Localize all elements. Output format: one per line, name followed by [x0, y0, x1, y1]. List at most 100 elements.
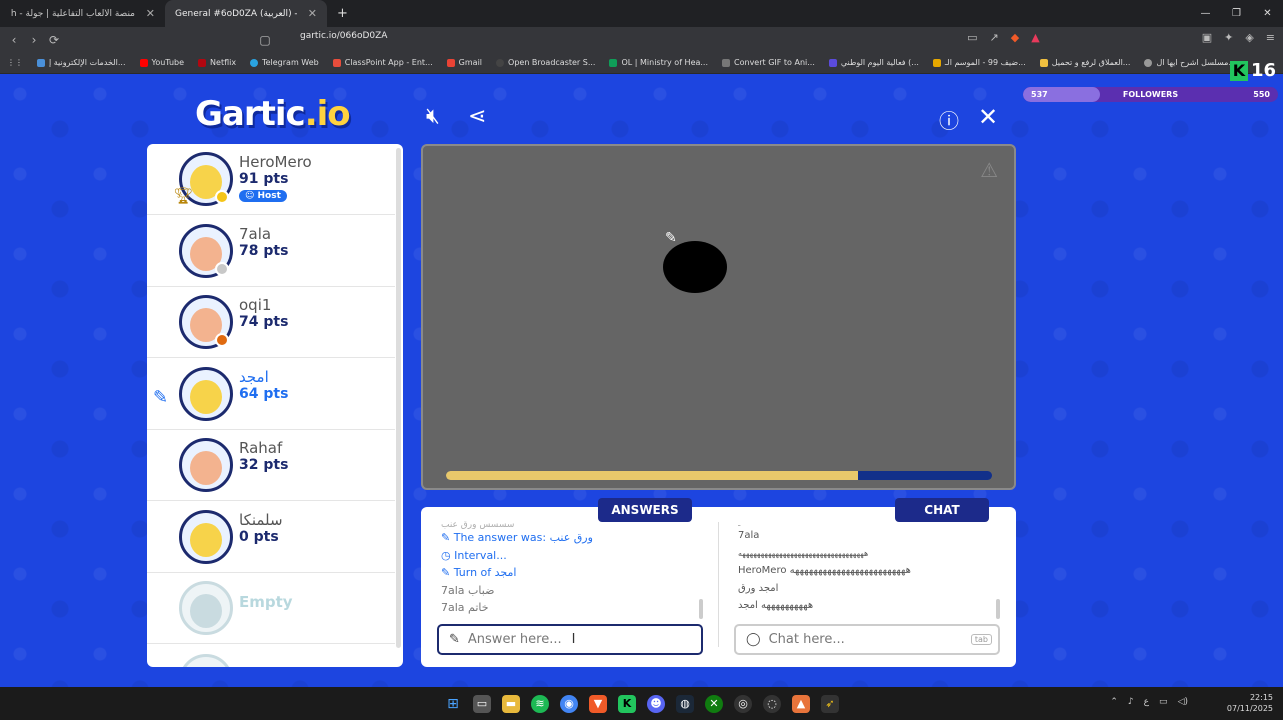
- bookmark-item[interactable]: الخدمات الإلكترونية إ...: [30, 58, 133, 67]
- close-window-icon[interactable]: ✕: [1252, 0, 1283, 27]
- system-clock[interactable]: 22:15 07/11/2025: [1227, 692, 1273, 714]
- chat-entry: امجد ورق: [738, 582, 779, 594]
- drawing-canvas[interactable]: ✎ ⚠: [421, 144, 1016, 490]
- share-icon[interactable]: ↗: [990, 31, 999, 44]
- chat-tab[interactable]: CHAT: [895, 498, 989, 522]
- kick-viewers: K 16: [1230, 60, 1276, 81]
- chat-scrollbar[interactable]: [996, 599, 1000, 619]
- brave-shield-icon[interactable]: ◆: [1011, 31, 1019, 44]
- host-label: Host: [257, 191, 281, 201]
- url-field[interactable]: gartic.io/066oD0ZA: [300, 31, 387, 41]
- player-points: 64 pts: [239, 385, 289, 402]
- bookmark-item[interactable]: Netflix: [191, 58, 243, 67]
- reload-icon[interactable]: ⟳: [44, 33, 64, 47]
- player-points: 0 pts: [239, 528, 279, 545]
- brave-icon[interactable]: ▼: [589, 694, 607, 713]
- apps-icon[interactable]: ⋮⋮: [0, 58, 30, 67]
- answers-log: سسسس ورق عنب ✎ The answer was: ورق عنب ◷…: [441, 521, 703, 617]
- bookmark-icon[interactable]: ▢: [255, 33, 275, 47]
- bookmark-item[interactable]: ClassPoint App - Ent...: [326, 58, 440, 67]
- language-icon[interactable]: ع: [1144, 697, 1149, 707]
- clock-time: 22:15: [1249, 693, 1273, 702]
- close-icon[interactable]: ✕: [978, 103, 998, 131]
- bookmark-label: العملاق لرفع و تحميل...: [1051, 58, 1131, 67]
- maximize-icon[interactable]: ❐: [1221, 0, 1252, 27]
- report-warning-icon[interactable]: ⚠: [980, 158, 998, 182]
- avatar[interactable]: [179, 509, 233, 564]
- new-tab-button[interactable]: +: [327, 6, 358, 21]
- bookmark-item[interactable]: Convert GIF to Ani...: [715, 58, 822, 67]
- paint-icon[interactable]: ▲: [792, 694, 810, 713]
- answer-placeholder: Answer here...: [467, 632, 562, 647]
- player-row[interactable]: 🏆︎ HeroMero 91 pts ☺ Host: [147, 144, 395, 215]
- volume-icon[interactable]: ◁): [1178, 697, 1188, 707]
- rewards-icon[interactable]: ▲: [1031, 31, 1039, 44]
- player-name: oqi1: [239, 296, 272, 314]
- extensions-icon[interactable]: ✦: [1224, 31, 1233, 44]
- vpn-icon[interactable]: ◈: [1245, 31, 1253, 44]
- task-view-icon[interactable]: ▭: [473, 694, 491, 713]
- minimize-icon[interactable]: —: [1190, 0, 1221, 27]
- answer-entry: 7ala خاتم: [441, 601, 489, 614]
- cast-icon[interactable]: ▭: [967, 31, 977, 44]
- close-icon[interactable]: ✕: [308, 7, 317, 20]
- bookmark-item[interactable]: YouTube: [133, 58, 192, 67]
- status-dot: [215, 190, 229, 204]
- bookmark-item[interactable]: OL | Ministry of Hea...: [602, 58, 715, 67]
- browser-tab-gartic[interactable]: General #6oD0ZA (العربية) - Gartic ✕: [165, 0, 327, 27]
- player-name: 7ala: [239, 224, 272, 243]
- close-icon[interactable]: ✕: [146, 7, 155, 20]
- network-icon[interactable]: ▭: [1159, 697, 1168, 707]
- tab-key-hint: tab: [970, 634, 992, 645]
- spotify-icon[interactable]: ≋: [531, 694, 549, 713]
- drawn-shape: [663, 241, 727, 293]
- avatar[interactable]: [179, 438, 233, 492]
- bookmark-item[interactable]: Gmail: [440, 58, 489, 67]
- avatar[interactable]: [179, 366, 233, 421]
- player-row[interactable]: Rahaf 32 pts: [147, 430, 395, 501]
- file-explorer-icon[interactable]: ▬: [502, 694, 520, 713]
- sound-off-icon[interactable]: 🔇︎: [426, 104, 440, 129]
- info-icon[interactable]: ⓘ: [939, 105, 959, 134]
- bookmark-item[interactable]: مسلسل اشرح ايها ال...: [1137, 58, 1243, 67]
- bookmark-label: Telegram Web: [262, 58, 319, 67]
- bookmark-item[interactable]: ضيف 99 - الموسم الـ...: [926, 58, 1033, 67]
- answer-entry: سسسس ورق عنب: [441, 521, 515, 529]
- bookmark-item[interactable]: العملاق لرفع و تحميل...: [1033, 58, 1138, 67]
- browser-tab-jawlah[interactable]: منصة الألعاب التفاعلية | جولة - Jawlah ✕: [0, 0, 165, 27]
- forward-icon[interactable]: ›: [24, 33, 44, 47]
- kick-icon[interactable]: K: [618, 694, 636, 713]
- chrome-icon[interactable]: ◉: [560, 694, 578, 713]
- bookmark-item[interactable]: فعالية اليوم الوطني (...: [822, 58, 926, 67]
- share-icon[interactable]: ⋖: [468, 104, 486, 129]
- player-row[interactable]: سلمنكا 0 pts: [147, 502, 395, 573]
- microphone-icon[interactable]: ♪: [1128, 697, 1134, 707]
- app-icon[interactable]: ➶: [821, 694, 839, 713]
- start-icon[interactable]: ⊞: [444, 695, 462, 713]
- bookmark-label: فعالية اليوم الوطني (...: [840, 58, 919, 67]
- player-row[interactable]: ✎ امجد 64 pts: [147, 359, 395, 430]
- sidebar-icon[interactable]: ▣: [1202, 31, 1212, 44]
- chat-input[interactable]: ◯ Chat here... tab: [734, 624, 1000, 655]
- player-row[interactable]: 7ala 78 pts: [147, 216, 395, 287]
- bookmark-item[interactable]: Open Broadcaster S...: [489, 58, 602, 67]
- menu-icon[interactable]: ≡: [1266, 31, 1275, 44]
- bookmark-item[interactable]: Telegram Web: [243, 58, 326, 67]
- chat-log: ـ 7ala ههههههههههههههههههههههههههههههههه…: [738, 521, 998, 615]
- answers-tab[interactable]: ANSWERS: [598, 498, 692, 522]
- app-icon[interactable]: ◌: [763, 694, 781, 713]
- chevron-up-icon[interactable]: ⌃: [1110, 697, 1118, 707]
- player-name: Empty: [239, 593, 293, 611]
- player-row[interactable]: oqi1 74 pts: [147, 287, 395, 358]
- obs-icon[interactable]: ◎: [734, 694, 752, 713]
- steam-icon[interactable]: ◍: [676, 694, 694, 713]
- answers-scrollbar[interactable]: [699, 599, 703, 619]
- player-row[interactable]: Empty: [147, 573, 395, 644]
- back-icon[interactable]: ‹: [4, 33, 24, 47]
- avatar[interactable]: [179, 581, 233, 635]
- xbox-icon[interactable]: ✕: [705, 694, 723, 713]
- bookmark-label: Convert GIF to Ani...: [734, 58, 815, 67]
- discord-icon[interactable]: ☻: [647, 694, 665, 713]
- answer-input[interactable]: ✎ Answer here... I: [437, 624, 703, 655]
- players-scrollbar[interactable]: [396, 148, 401, 648]
